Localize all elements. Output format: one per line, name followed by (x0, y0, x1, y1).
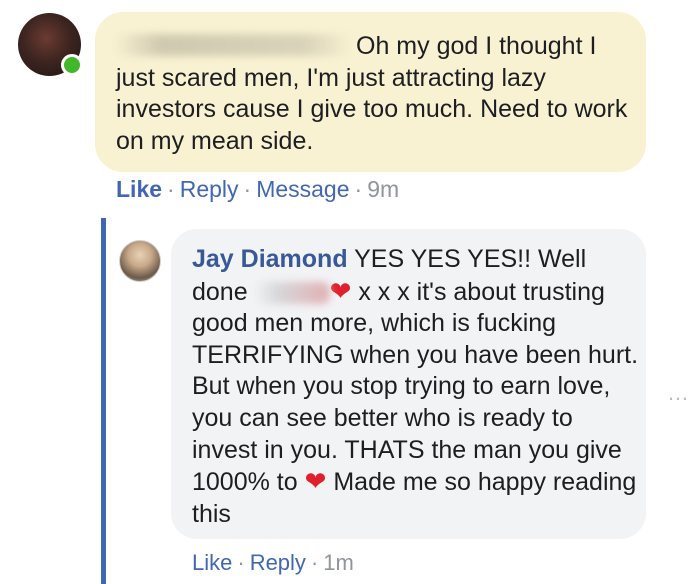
separator-dot: · (237, 550, 245, 575)
message-link[interactable]: Message (256, 176, 349, 202)
heart-emoji-icon: ❤ (304, 466, 327, 497)
separator-dot: · (310, 550, 319, 575)
separator-dot: · (243, 176, 252, 202)
more-options-icon[interactable]: … (667, 380, 690, 406)
reply-author-avatar[interactable] (119, 240, 161, 282)
reply-text: Jay Diamond YES YES YES!! Well done ❤ x … (192, 244, 642, 530)
like-link[interactable]: Like (192, 550, 232, 575)
reply-author-name[interactable]: Jay Diamond (192, 245, 348, 273)
comment-text-rest: just scared men, I'm just attracting laz… (116, 63, 628, 155)
separator-dot: · (167, 176, 175, 202)
heart-emoji-icon: ❤ (329, 275, 352, 306)
reply-bubble: Jay Diamond YES YES YES!! Well done ❤ x … (171, 229, 646, 539)
commenter-avatar[interactable] (18, 13, 83, 76)
blurred-mention (254, 281, 330, 304)
comment-text-line1: Oh my god I thought I (356, 32, 597, 60)
reply-text-part2: x x x it's about trusting good men more,… (192, 277, 639, 497)
comment-text: Oh my god I thought I just scared men, I… (116, 31, 636, 157)
comment-bubble: Oh my god I thought I just scared men, I… (95, 12, 646, 172)
online-status-icon (61, 54, 83, 76)
reply-link[interactable]: Reply (180, 176, 239, 202)
comment-actions: Like · Reply · Message · 9m (116, 176, 399, 203)
separator-dot: · (354, 176, 363, 202)
timestamp-link[interactable]: 1m (323, 550, 354, 575)
reply-thread-line (101, 218, 106, 584)
like-link[interactable]: Like (116, 176, 162, 202)
reply-link[interactable]: Reply (250, 550, 306, 575)
reply-actions: Like · Reply · 1m (192, 550, 354, 576)
timestamp-link[interactable]: 9m (367, 176, 399, 202)
